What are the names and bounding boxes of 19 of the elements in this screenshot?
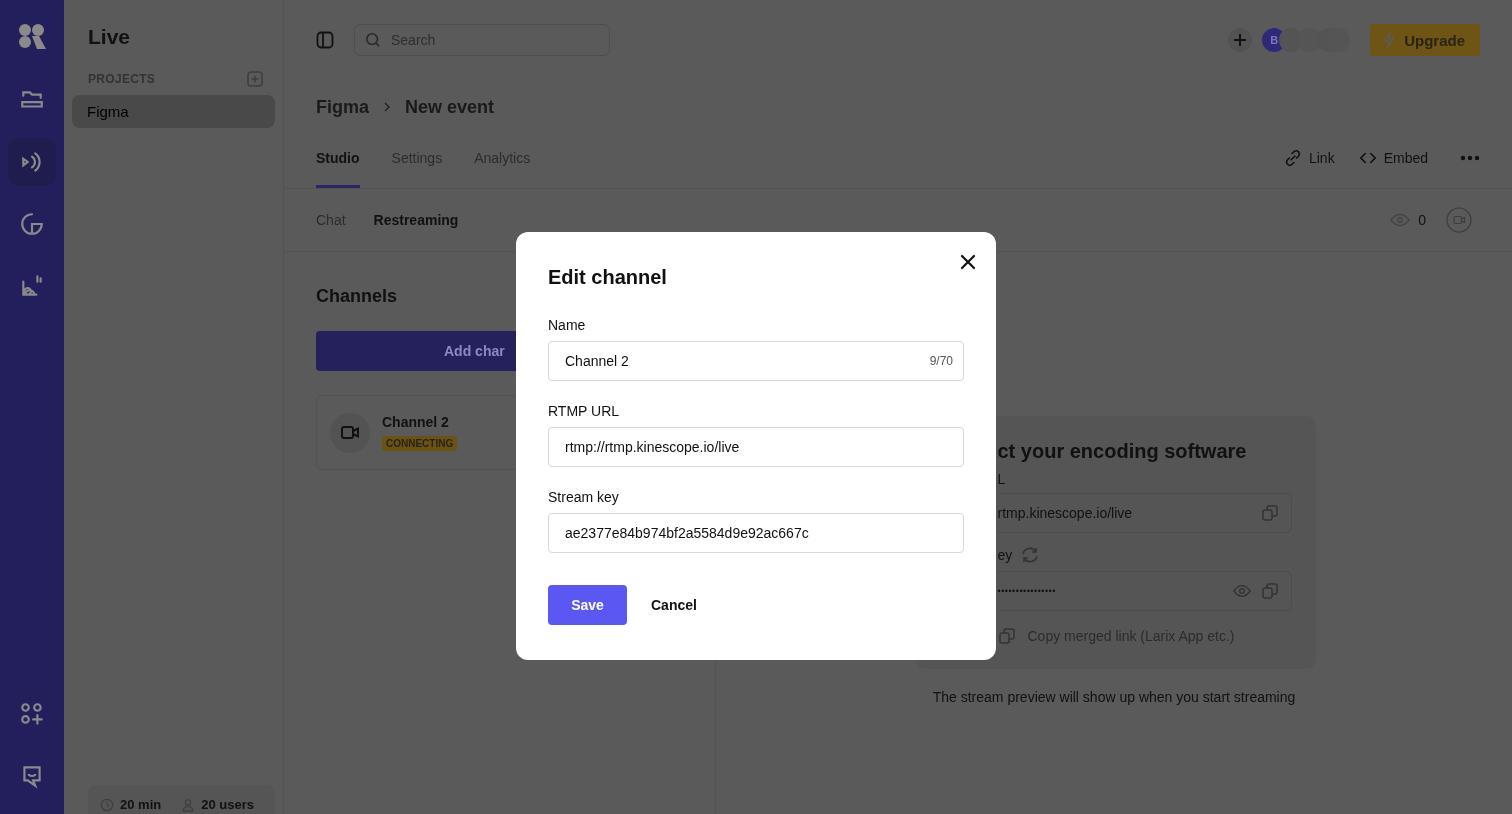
channels-heading: Channels	[316, 286, 399, 307]
masked-key: ••••••••••••••••	[997, 586, 1223, 596]
channel-name: Channel 2	[382, 414, 449, 430]
dialog-title: Edit channel	[548, 266, 667, 289]
section-title: Live	[87, 24, 132, 49]
usage-stat: 20 min	[120, 797, 162, 812]
breadcrumb-current: New event	[405, 96, 495, 118]
field-label: L	[997, 471, 1007, 487]
character-counter: 9/70	[929, 354, 953, 368]
field-label: Stream key	[548, 489, 620, 505]
usage-stat: 20 users	[201, 797, 254, 812]
encoding-heading: ct your encoding software	[997, 440, 1248, 463]
field-label: ey	[997, 547, 1013, 563]
field-label: RTMP URL	[548, 403, 621, 419]
server-url: rtmp.kinescope.io/live	[997, 505, 1134, 521]
preview-note: The stream preview will show up when you start streaming	[932, 689, 1296, 705]
status-badge: CONNECTING	[382, 436, 458, 451]
viewer-count: 0	[1418, 212, 1426, 228]
field-label: Name	[548, 317, 587, 333]
